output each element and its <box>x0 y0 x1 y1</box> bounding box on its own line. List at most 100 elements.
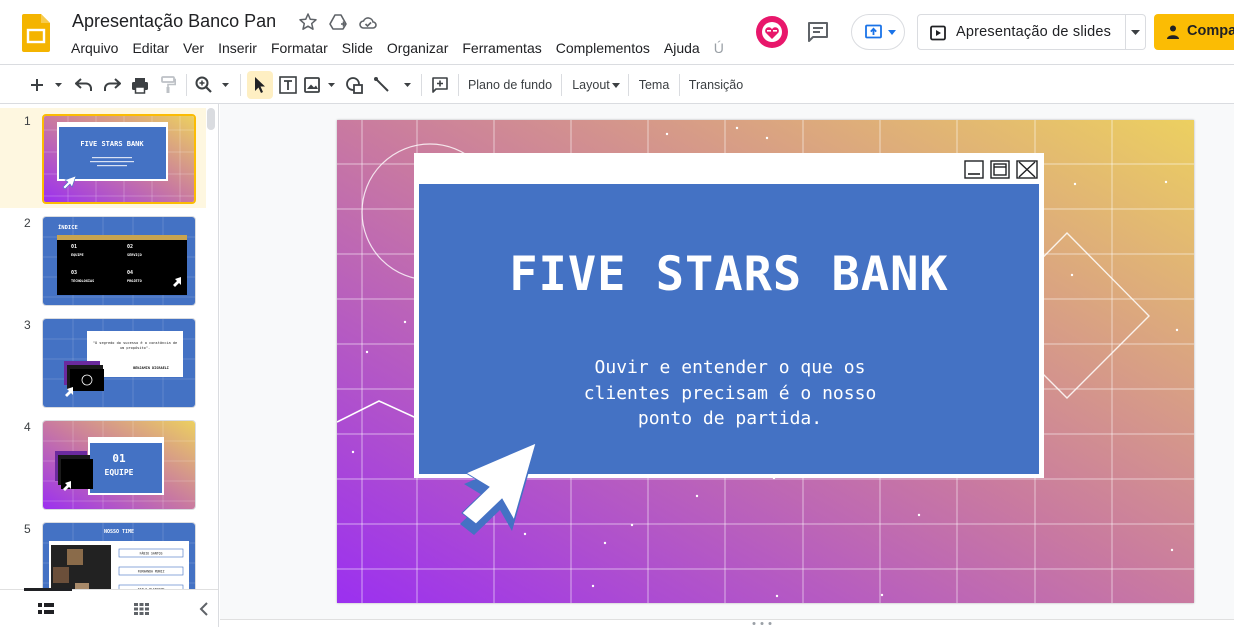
heart-face-icon <box>762 22 782 42</box>
paint-format-button[interactable] <box>156 71 180 99</box>
thumb-item-label: SERVIÇO <box>127 253 142 257</box>
slideshow-button[interactable]: Apresentação de slides <box>917 14 1146 50</box>
play-slideshow-icon <box>930 25 946 41</box>
slide-thumbnail[interactable]: FIVE STARS BANK <box>42 114 196 204</box>
collapse-panel-chevron-icon[interactable] <box>199 602 209 616</box>
menu-ver[interactable]: Ver <box>176 38 211 60</box>
slide-filmstrip: 1 FIVE STARS BANK 2 ÍNDICE 01 EQUIPE 02 … <box>0 104 219 627</box>
layout-button[interactable]: Layout <box>568 71 624 99</box>
add-comment-icon <box>432 77 448 93</box>
zoom-icon <box>195 76 229 93</box>
share-button[interactable]: Compartilhar <box>1154 14 1234 50</box>
add-comment-button[interactable] <box>428 71 452 99</box>
background-label: Plano de fundo <box>467 78 553 92</box>
filmstrip-item-5[interactable]: 5 NOSSO TIME FÁBIO SANTOS FERNANDA MUNIZ… <box>0 516 206 612</box>
thumb-item-number: 04 <box>127 270 133 276</box>
window-content <box>419 184 1039 474</box>
redo-button[interactable] <box>100 71 124 99</box>
slide-thumbnail-graphic: ÍNDICE 01 EQUIPE 02 SERVIÇO 03 TECNOLOGI… <box>43 217 195 305</box>
thumb-item-number: 02 <box>127 244 133 250</box>
slide-subtitle-line[interactable]: clientes precisam é o nosso <box>584 383 877 404</box>
theme-button[interactable]: Tema <box>634 71 674 99</box>
print-icon <box>132 77 148 94</box>
slide-number: 5 <box>24 522 31 536</box>
menu-slide[interactable]: Slide <box>335 38 380 60</box>
menu-arquivo[interactable]: Arquivo <box>64 38 125 60</box>
slide-graphic: FIVE STARS BANK Ouvir e entender o que o… <box>337 120 1194 603</box>
theme-label: Tema <box>638 78 670 92</box>
user-avatar[interactable] <box>756 16 788 48</box>
shape-button[interactable] <box>343 71 367 99</box>
slide-number: 3 <box>24 318 31 332</box>
menu-organizar[interactable]: Organizar <box>380 38 455 60</box>
slides-logo-icon[interactable] <box>22 14 50 52</box>
filmstrip-item-3[interactable]: 3 "O segredo do sucesso é a constância d… <box>0 312 206 412</box>
slide-thumbnail[interactable]: "O segredo do sucesso é a constância de … <box>42 318 196 408</box>
new-slide-button[interactable] <box>26 71 66 99</box>
slide-editor: FIVE STARS BANK Ouvir e entender o que o… <box>220 104 1234 627</box>
slide-canvas[interactable]: FIVE STARS BANK Ouvir e entender o que o… <box>337 120 1194 603</box>
slideshow-label: Apresentação de slides <box>956 24 1112 40</box>
divider <box>186 74 187 96</box>
menu-editar[interactable]: Editar <box>125 38 176 60</box>
person-lock-icon <box>1167 25 1179 39</box>
slide-subtitle-line[interactable]: ponto de partida. <box>638 408 822 429</box>
text-box-icon <box>279 76 297 94</box>
document-title[interactable]: Apresentação Banco Pan <box>72 11 276 32</box>
line-icon <box>374 77 411 92</box>
divider <box>458 74 459 96</box>
drag-handle-icon <box>752 622 772 625</box>
insert-image-button[interactable] <box>303 71 339 99</box>
layout-label: Layout <box>572 78 610 92</box>
thumb-item-label: EQUIPE <box>71 253 84 257</box>
slide-thumbnail[interactable]: ÍNDICE 01 EQUIPE 02 SERVIÇO 03 TECNOLOGI… <box>42 216 196 306</box>
filmstrip-item-1[interactable]: 1 FIVE STARS BANK <box>0 108 206 208</box>
filmstrip-item-2[interactable]: 2 ÍNDICE 01 EQUIPE 02 SERVIÇO 03 TECNOLO… <box>0 210 206 310</box>
menu-inserir[interactable]: Inserir <box>211 38 264 60</box>
move-to-drive-icon[interactable] <box>328 12 348 32</box>
select-tool-button[interactable] <box>247 71 273 99</box>
slide-number: 1 <box>24 114 31 128</box>
menu-bar: Arquivo Editar Ver Inserir Formatar Slid… <box>64 38 731 60</box>
background-button[interactable]: Plano de fundo <box>464 71 556 99</box>
divider <box>240 74 241 96</box>
menu-last-edit-truncated[interactable]: Ú <box>707 38 731 60</box>
divider <box>421 74 422 96</box>
menu-ajuda[interactable]: Ajuda <box>657 38 707 60</box>
filmstrip-item-4[interactable]: 4 01 EQUIPE <box>0 414 206 514</box>
speaker-notes-resize-handle[interactable] <box>220 619 1234 627</box>
grid-view-icon[interactable] <box>134 603 149 615</box>
cloud-saved-icon[interactable] <box>358 12 378 32</box>
slide-thumbnail-graphic: 01 EQUIPE <box>43 421 195 509</box>
text-box-button[interactable] <box>276 71 300 99</box>
thumb-quote: "O segredo do sucesso é a constância de … <box>92 341 178 350</box>
present-to-meeting-button[interactable] <box>851 14 905 50</box>
slide-subtitle-line[interactable]: Ouvir e entender o que os <box>595 357 866 378</box>
thumb-item-label: TECNOLOGIAS <box>71 279 94 283</box>
undo-button[interactable] <box>72 71 96 99</box>
filmstrip-view-icon[interactable] <box>38 603 54 615</box>
thumb-name: FERNANDA MUNIZ <box>138 570 165 574</box>
zoom-button[interactable] <box>194 71 234 99</box>
thumb-title: NOSSO TIME <box>104 529 134 535</box>
menu-ferramentas[interactable]: Ferramentas <box>455 38 548 60</box>
slide-thumbnail[interactable]: 01 EQUIPE <box>42 420 196 510</box>
filmstrip-scrollbar[interactable] <box>207 108 215 130</box>
toolbar: Plano de fundo Layout Tema Transição <box>0 64 1234 104</box>
line-button[interactable] <box>372 71 416 99</box>
menu-formatar[interactable]: Formatar <box>264 38 335 60</box>
menu-complementos[interactable]: Complementos <box>549 38 657 60</box>
shape-icon <box>346 77 363 94</box>
paint-format-icon <box>161 76 176 93</box>
thumb-name: FÁBIO SANTOS <box>139 551 162 556</box>
comment-history-icon[interactable] <box>806 20 830 44</box>
star-icon[interactable] <box>298 12 318 32</box>
present-screen-icon <box>865 24 882 39</box>
slide-title[interactable]: FIVE STARS BANK <box>509 247 948 302</box>
slideshow-options-chevron-icon[interactable] <box>1131 30 1140 35</box>
filmstrip-footer <box>0 588 218 627</box>
transition-button[interactable]: Transição <box>685 71 747 99</box>
thumb-title: ÍNDICE <box>58 223 78 231</box>
print-button[interactable] <box>128 71 152 99</box>
thumb-item-number: 01 <box>71 244 77 250</box>
